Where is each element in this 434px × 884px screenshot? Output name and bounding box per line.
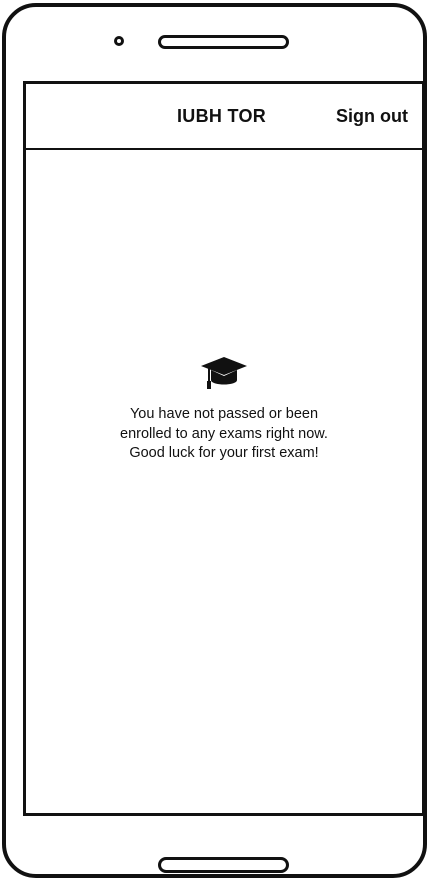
message-line: You have not passed or been xyxy=(129,406,319,422)
empty-state: You have not passed or been enrolled to … xyxy=(26,355,422,464)
top-app-bar: IUBH TOR Sign out xyxy=(26,84,422,150)
graduation-cap-icon xyxy=(201,357,247,389)
message-line: Good luck for your first exam! xyxy=(129,445,319,461)
camera-icon xyxy=(114,36,124,46)
empty-state-message: You have not passed or been enrolled to … xyxy=(26,405,422,464)
sign-out-button[interactable]: Sign out xyxy=(336,106,408,127)
phone-frame: IUBH TOR Sign out You have not passed or… xyxy=(2,3,427,878)
message-line: enrolled to any exams right now. xyxy=(120,425,328,442)
speaker-grille xyxy=(158,35,289,49)
app-screen: IUBH TOR Sign out You have not passed or… xyxy=(23,81,425,816)
home-button[interactable] xyxy=(158,857,289,873)
app-title: IUBH TOR xyxy=(177,106,267,126)
